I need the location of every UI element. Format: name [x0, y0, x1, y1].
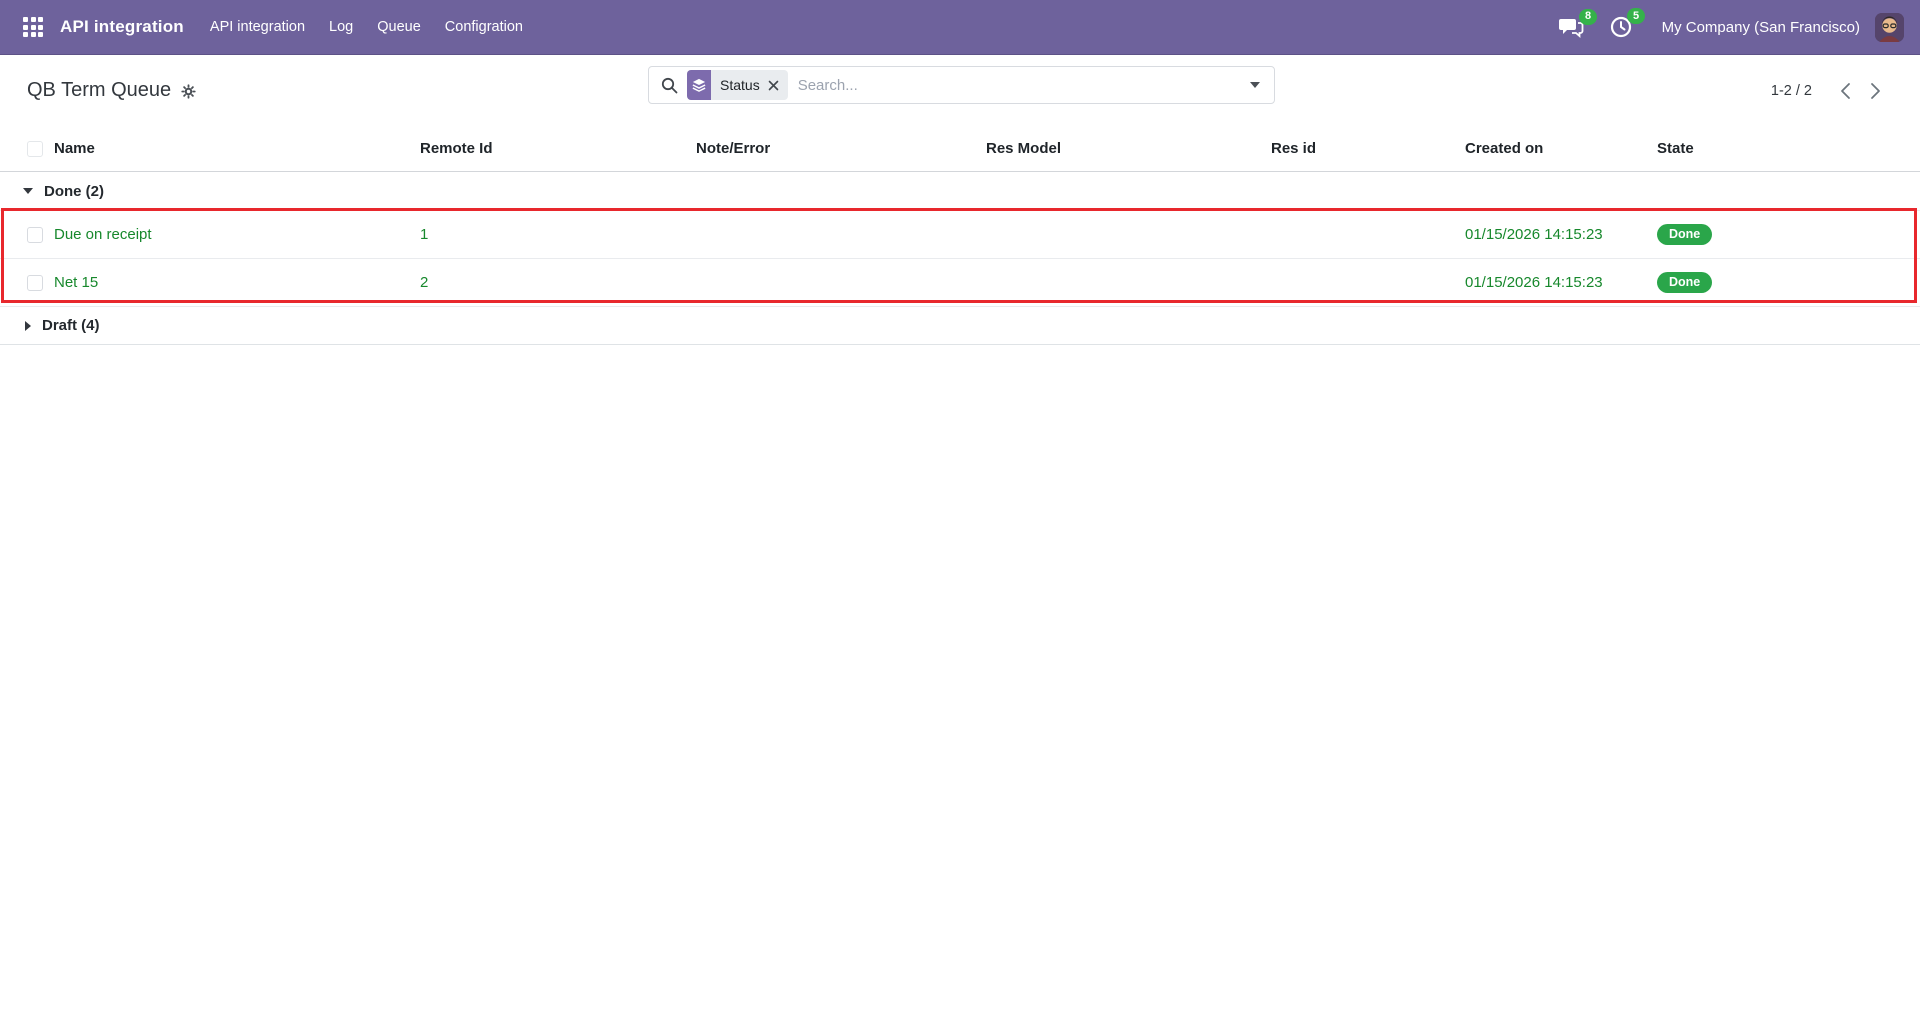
row-checkbox[interactable]	[27, 274, 43, 291]
row-checkbox-cell	[0, 226, 48, 243]
row-checkbox-cell	[0, 274, 48, 291]
list-view: Name Remote Id Note/Error Res Model Res …	[0, 126, 1920, 345]
state-badge: Done	[1657, 272, 1713, 293]
search-icon	[661, 77, 678, 94]
column-header-state[interactable]: State	[1651, 140, 1920, 157]
caret-right-icon	[25, 320, 31, 331]
group-header-done[interactable]: Done (2)	[0, 172, 1920, 211]
messages-icon[interactable]: 8	[1558, 8, 1597, 38]
cell-state[interactable]: Done	[1651, 224, 1920, 245]
app-brand[interactable]: API integration	[60, 17, 184, 37]
column-header-note-error[interactable]: Note/Error	[690, 140, 980, 157]
select-all-checkbox[interactable]	[27, 140, 43, 157]
apps-grid-glyph	[23, 17, 43, 37]
menu-item-api-integration[interactable]: API integration	[198, 0, 317, 54]
column-header-res-model[interactable]: Res Model	[980, 140, 1265, 157]
pager: 1-2 / 2	[1771, 55, 1890, 126]
control-panel: QB Term Queue Status Search... 1-2 / 2	[0, 55, 1920, 126]
cell-state[interactable]: Done	[1651, 272, 1920, 293]
navbar-menu: API integration Log Queue Configration	[198, 0, 535, 54]
group-by-layers-icon	[687, 70, 711, 100]
table-row[interactable]: Net 15 2 01/15/2026 14:15:23 Done	[0, 259, 1920, 307]
column-header-res-id[interactable]: Res id	[1265, 140, 1459, 157]
settings-gear-icon[interactable]	[180, 83, 197, 100]
cell-remote-id[interactable]: 2	[414, 274, 690, 291]
menu-item-queue[interactable]: Queue	[365, 0, 433, 54]
activities-icon[interactable]: 5	[1610, 8, 1645, 38]
cell-created-on[interactable]: 01/15/2026 14:15:23	[1459, 274, 1651, 291]
avatar-image	[1875, 12, 1904, 42]
menu-item-log[interactable]: Log	[317, 0, 365, 54]
group-label: Draft (4)	[42, 317, 100, 334]
company-switcher[interactable]: My Company (San Francisco)	[1662, 19, 1860, 36]
state-badge: Done	[1657, 224, 1713, 245]
search-input[interactable]	[797, 76, 1236, 94]
column-header-created-on[interactable]: Created on	[1459, 140, 1651, 157]
cell-name[interactable]: Net 15	[48, 274, 414, 291]
pager-range: 1-2 / 2	[1770, 82, 1812, 99]
facet-remove-icon[interactable]	[768, 70, 788, 100]
navbar-right: 8 5 My Company (San Francisco)	[1533, 8, 1904, 42]
group-label: Done (2)	[44, 182, 104, 200]
top-navbar: API integration API integration Log Queu…	[0, 0, 1920, 55]
group-header-draft[interactable]: Draft (4)	[0, 307, 1920, 345]
cell-remote-id[interactable]: 1	[414, 226, 690, 243]
messages-count-badge: 8	[1579, 8, 1597, 25]
page-title: QB Term Queue	[27, 79, 172, 101]
facet-label: Status	[720, 77, 760, 93]
user-avatar[interactable]	[1875, 12, 1904, 42]
search-facet-status: Status	[687, 70, 788, 100]
search-bar: Status	[648, 66, 1275, 104]
table-header-row: Name Remote Id Note/Error Res Model Res …	[0, 126, 1920, 172]
row-checkbox[interactable]	[27, 226, 43, 243]
cell-name[interactable]: Due on receipt	[48, 226, 414, 243]
menu-item-configration[interactable]: Configration	[433, 0, 535, 54]
activities-count-badge: 5	[1627, 8, 1645, 24]
search-dropdown-caret-icon[interactable]	[1250, 82, 1260, 88]
column-header-name[interactable]: Name	[48, 140, 414, 157]
select-all-checkbox-cell	[0, 140, 48, 157]
table-row[interactable]: Due on receipt 1 01/15/2026 14:15:23 Don…	[0, 211, 1920, 259]
pager-previous-button[interactable]	[1830, 76, 1860, 106]
pager-next-button[interactable]	[1860, 76, 1890, 106]
gear-glyph	[181, 84, 196, 99]
caret-down-icon	[23, 188, 33, 194]
apps-grid-icon[interactable]	[16, 10, 50, 44]
cell-created-on[interactable]: 01/15/2026 14:15:23	[1459, 226, 1651, 243]
column-header-remote-id[interactable]: Remote Id	[414, 140, 690, 157]
